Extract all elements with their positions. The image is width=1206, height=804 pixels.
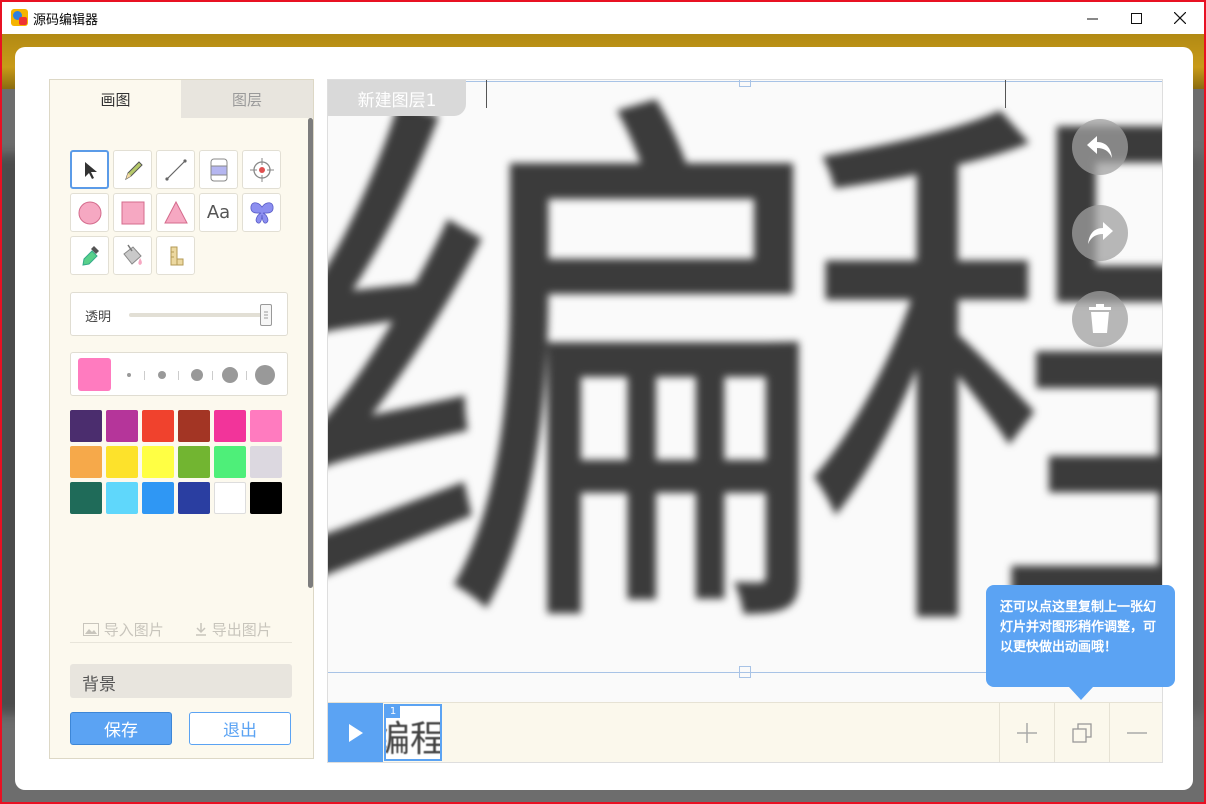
palette-color-swatch[interactable] — [142, 482, 174, 514]
palette-color-swatch[interactable] — [178, 482, 210, 514]
palette-color-swatch[interactable] — [70, 482, 102, 514]
brush-size-1[interactable] — [127, 373, 131, 377]
palette-color-swatch[interactable] — [70, 446, 102, 478]
opacity-label: 透明 — [85, 310, 112, 325]
add-frame-button[interactable] — [999, 703, 1054, 762]
tooltip-arrow — [1069, 687, 1093, 700]
undo-button[interactable] — [1072, 119, 1128, 175]
palette-color-swatch[interactable] — [178, 446, 210, 478]
undo-icon — [1087, 136, 1112, 158]
remove-frame-button[interactable] — [1109, 703, 1162, 762]
plus-icon — [1017, 723, 1037, 743]
palette-color-swatch[interactable] — [106, 446, 138, 478]
maximize-button[interactable] — [1113, 2, 1159, 34]
circle-tool-icon[interactable] — [70, 193, 109, 232]
duplicate-frame-button[interactable] — [1054, 703, 1109, 762]
brush-size-2[interactable] — [158, 371, 166, 379]
frame-number: 1 — [386, 706, 400, 718]
duplicate-tooltip: 还可以点这里复制上一张幻灯片并对图形稍作调整，可以更快做出动画哦！ — [986, 585, 1175, 687]
panel-tabs: 画图 图层 — [50, 80, 313, 118]
palette-color-swatch[interactable] — [142, 446, 174, 478]
redo-icon — [1088, 222, 1113, 244]
trash-icon — [1089, 304, 1111, 333]
paint-editor-dialog: 画图 图层 Aa 透明 导入图片 导出图片 背景 保存 退出 编 新建图层1 1… — [15, 47, 1193, 790]
frame-thumbnail[interactable]: 编程猫 1 — [384, 704, 442, 761]
pencil-tool-icon[interactable] — [113, 150, 152, 189]
export-image-button[interactable]: 导出图片 — [195, 619, 272, 640]
line-tool-icon[interactable] — [156, 150, 195, 189]
title-bar: 源码编辑器 — [2, 2, 1204, 34]
palette-color-swatch[interactable] — [250, 446, 282, 478]
image-import-export: 导入图片 导出图片 — [70, 617, 292, 643]
butterfly-sticker-icon[interactable] — [242, 193, 281, 232]
image-icon — [83, 623, 99, 636]
brush-size-4[interactable] — [222, 367, 238, 383]
ruler-tool-icon[interactable] — [156, 236, 195, 275]
selection-handle-bottom[interactable] — [739, 666, 751, 678]
text-tool-icon[interactable]: Aa — [199, 193, 238, 232]
current-color-swatch[interactable] — [78, 358, 111, 391]
opacity-slider-handle[interactable] — [260, 304, 272, 326]
minus-icon — [1127, 732, 1147, 734]
palette-color-swatch[interactable] — [214, 410, 246, 442]
tab-draw[interactable]: 画图 — [50, 80, 181, 118]
frame-timeline: 编程猫 1 — [328, 702, 1162, 762]
app-logo-icon — [11, 9, 28, 26]
import-image-button[interactable]: 导入图片 — [83, 619, 164, 640]
copy-icon — [1072, 723, 1092, 743]
maximize-icon — [1130, 12, 1142, 24]
drawing-panel: 画图 图层 Aa 透明 导入图片 导出图片 背景 保存 退出 — [49, 79, 314, 759]
pointer-tool-icon[interactable] — [70, 150, 109, 189]
exit-button[interactable]: 退出 — [189, 712, 291, 745]
brush-settings — [70, 352, 288, 396]
opacity-slider-track[interactable] — [129, 313, 264, 317]
palette-color-swatch[interactable] — [214, 446, 246, 478]
background-selector[interactable]: 背景 — [70, 664, 292, 698]
brush-size-5[interactable] — [255, 365, 275, 385]
play-icon — [348, 724, 363, 742]
layer-name-tag: 新建图层1 — [328, 80, 466, 116]
close-button[interactable] — [1157, 2, 1203, 34]
redo-button[interactable] — [1072, 205, 1128, 261]
palette-color-swatch[interactable] — [106, 482, 138, 514]
eyedropper-tool-icon[interactable] — [70, 236, 109, 275]
crosshair-tool-icon[interactable] — [242, 150, 281, 189]
triangle-tool-icon[interactable] — [156, 193, 195, 232]
window-title: 源码编辑器 — [33, 13, 99, 28]
palette-color-swatch[interactable] — [214, 482, 246, 514]
paint-bucket-icon[interactable] — [113, 236, 152, 275]
app-window: 源码编辑器 画图 图层 Aa 透明 导入图片 导出图片 背景 保存 退出 编 新… — [0, 0, 1206, 804]
palette-color-swatch[interactable] — [178, 410, 210, 442]
panel-scrollbar[interactable] — [308, 118, 313, 588]
close-icon — [1174, 12, 1186, 24]
delete-button[interactable] — [1072, 291, 1128, 347]
eraser-tool-icon[interactable] — [199, 150, 238, 189]
download-icon — [196, 623, 206, 636]
palette-color-swatch[interactable] — [106, 410, 138, 442]
palette-color-swatch[interactable] — [70, 410, 102, 442]
palette-color-swatch[interactable] — [142, 410, 174, 442]
play-button[interactable] — [328, 703, 383, 762]
selection-handle-top[interactable] — [739, 80, 751, 87]
rectangle-tool-icon[interactable] — [113, 193, 152, 232]
palette-color-swatch[interactable] — [250, 482, 282, 514]
minimize-button[interactable] — [1069, 2, 1115, 34]
opacity-control: 透明 — [70, 292, 288, 336]
save-button[interactable]: 保存 — [70, 712, 172, 745]
minimize-icon — [1086, 18, 1098, 19]
palette-color-swatch[interactable] — [250, 410, 282, 442]
tab-layers[interactable]: 图层 — [181, 80, 313, 118]
brush-size-3[interactable] — [191, 369, 203, 381]
